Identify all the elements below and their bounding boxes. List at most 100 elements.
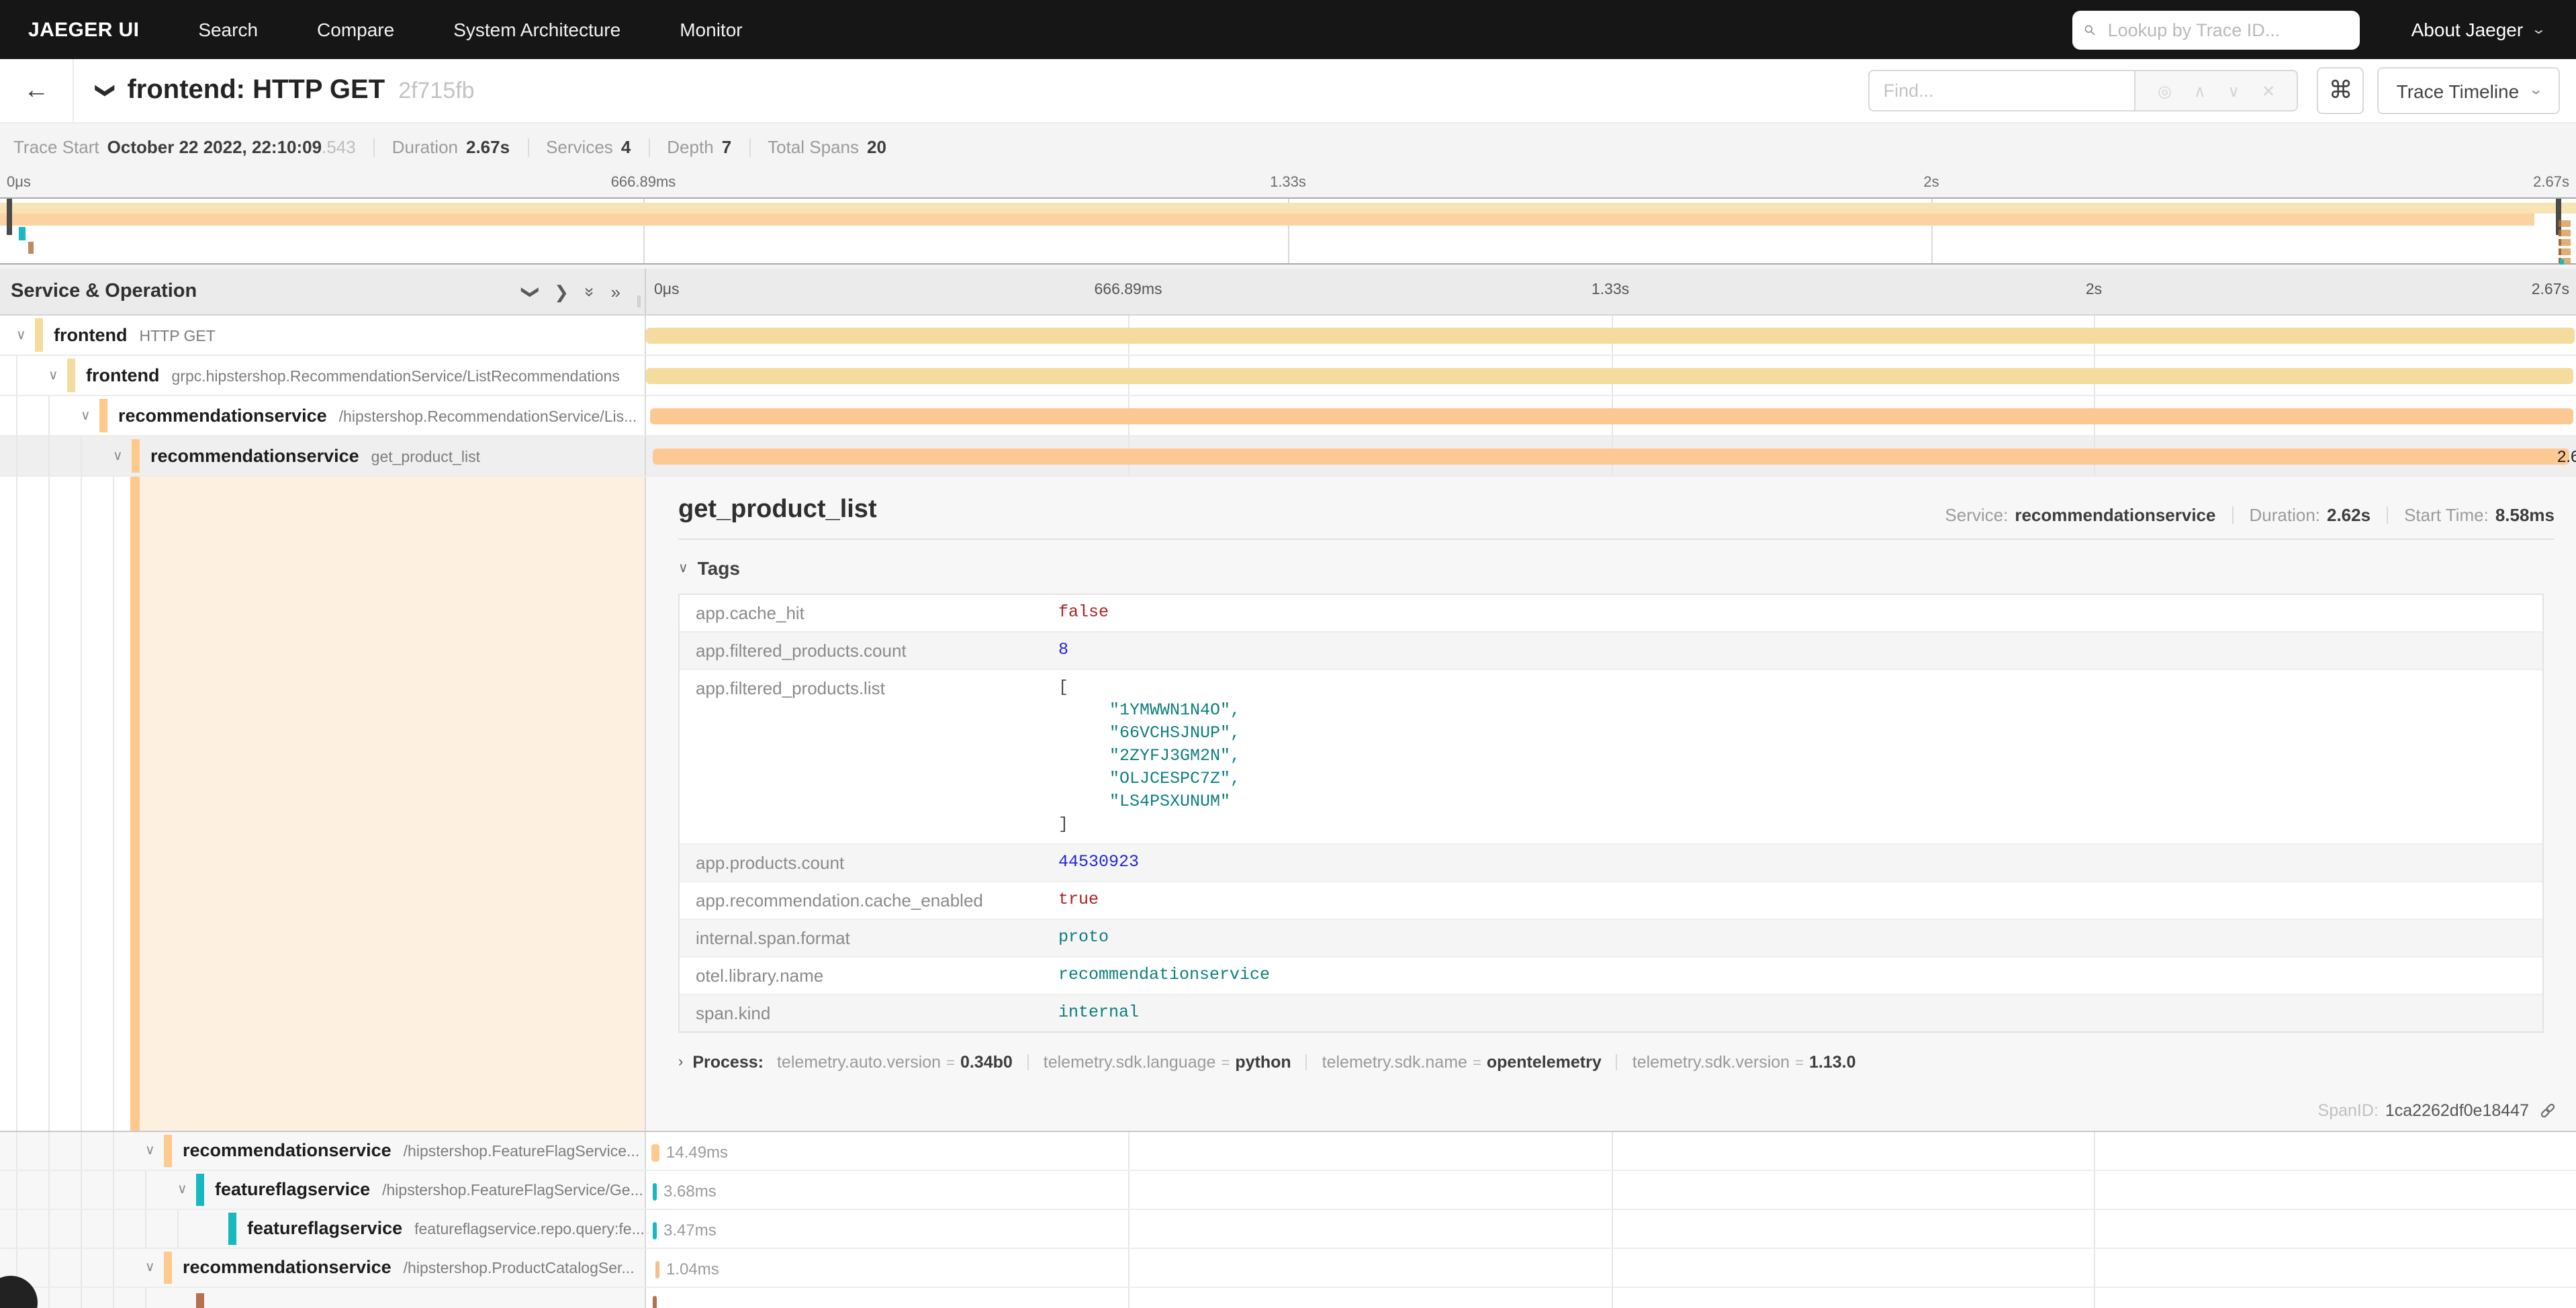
row-chevron-icon[interactable]: ∨ [145, 1143, 155, 1158]
span-row-partial[interactable] [0, 1288, 2576, 1308]
nav-item-monitor[interactable]: Monitor [680, 19, 742, 40]
span-duration-label: 3.47ms [663, 1221, 717, 1240]
span-timeline-cell[interactable]: 3.68ms [646, 1171, 2576, 1209]
minimap-left-scrubber-handle[interactable] [7, 199, 12, 235]
span-row-featureflag-grpc-parent[interactable]: ∨ recommendationservice/hipstershop.Feat… [0, 1132, 2576, 1171]
span-service: recommendationservice [118, 405, 327, 425]
row-chevron-icon[interactable]: ∨ [113, 449, 123, 463]
span-service: recommendationservice [183, 1257, 392, 1277]
back-button-column: ← [0, 59, 74, 122]
span-duration-bar[interactable] [653, 1296, 657, 1308]
span-name-cell[interactable]: ∨ recommendationservice/hipstershop.Reco… [0, 396, 646, 435]
span-duration-label: 1.04ms [666, 1260, 719, 1278]
span-row-productcatalog-grpc-parent[interactable]: ∨ recommendationservice/hipstershop.Prod… [0, 1249, 2576, 1288]
span-duration-bar[interactable] [646, 368, 2573, 384]
span-timeline-cell[interactable]: 2.62s [646, 436, 2576, 475]
focus-match-icon[interactable]: ◎ [2158, 83, 2172, 99]
trace-title-wrap[interactable]: ❯ frontend: HTTP GET 2f715fb [98, 75, 475, 106]
span-duration-bar[interactable] [651, 1144, 659, 1162]
find-group: ◎ ∧ ∨ ✕ [1869, 70, 2299, 111]
trace-minimap[interactable] [0, 197, 2576, 265]
tree-guide [81, 477, 82, 1131]
timeline-tick: 2s [2086, 282, 2102, 298]
row-chevron-icon[interactable]: ∨ [16, 328, 26, 342]
deep-link-icon[interactable] [2538, 1101, 2557, 1120]
nav-item-search[interactable]: Search [198, 19, 258, 40]
trace-controls: ◎ ∧ ∨ ✕ ⌘ Trace Timeline ⌄ [1869, 67, 2560, 114]
app-brand[interactable]: JAEGER UI [28, 18, 139, 41]
collapse-trace-header-icon[interactable]: ❯ [95, 83, 118, 98]
find-input[interactable] [1869, 70, 2135, 111]
tags-section-toggle[interactable]: ∨ Tags [678, 557, 2555, 579]
span-timeline-cell[interactable] [646, 356, 2576, 395]
timeline-tick: 666.89ms [1094, 282, 1162, 298]
span-detail-block: get_product_list Service: recommendation… [0, 477, 2576, 1132]
gridline [2094, 1249, 2095, 1287]
gridline [1129, 1249, 1130, 1287]
span-timeline-cell[interactable] [646, 1288, 2576, 1308]
about-jaeger-menu[interactable]: About Jaeger ⌄ [2411, 19, 2544, 40]
expand-all-icon[interactable]: » [611, 283, 620, 300]
nav-item-system-architecture[interactable]: System Architecture [453, 19, 620, 40]
trace-title-bar: ← ❯ frontend: HTTP GET 2f715fb ◎ ∧ ∨ ✕ ⌘… [0, 59, 2576, 124]
trace-title: frontend: HTTP GET [127, 75, 385, 106]
span-row-recommendation-grpc[interactable]: ∨ recommendationservice/hipstershop.Reco… [0, 396, 2576, 436]
tag-key: otel.library.name [696, 964, 1058, 987]
tag-row[interactable]: app.filtered_products.count 8 [680, 631, 2542, 669]
process-value: python [1235, 1053, 1291, 1072]
trace-view-selector[interactable]: Trace Timeline ⌄ [2378, 67, 2560, 114]
tag-row[interactable]: app.recommendation.cache_enabled true [680, 881, 2542, 919]
keyboard-shortcuts-button[interactable]: ⌘ [2317, 67, 2364, 114]
tag-row[interactable]: otel.library.name recommendationservice [680, 956, 2542, 994]
span-name-cell[interactable]: ∨ frontendgrpc.hipstershop.Recommendatio… [0, 356, 646, 395]
row-chevron-icon[interactable]: ∨ [48, 368, 58, 383]
span-duration-bar[interactable] [646, 328, 2575, 344]
span-duration-bar[interactable] [653, 449, 2569, 465]
span-name-cell[interactable]: ∨ recommendationservice/hipstershop.Prod… [0, 1249, 646, 1287]
span-timeline-cell[interactable]: 14.49ms [646, 1132, 2576, 1170]
tag-row[interactable]: app.cache_hit false [680, 595, 2542, 631]
start-time-value: 8.58ms [2495, 505, 2555, 525]
span-name-cell[interactable]: featureflagservicefeatureflagservice.rep… [0, 1210, 646, 1248]
clear-find-icon[interactable]: ✕ [2262, 83, 2275, 99]
trace-id-short: 2f715fb [398, 77, 474, 104]
span-timeline-cell[interactable]: 1.04ms [646, 1249, 2576, 1287]
span-row-get-product-list-selected[interactable]: ∨ recommendationserviceget_product_list … [0, 436, 2576, 477]
span-timeline-cell[interactable] [646, 316, 2576, 355]
span-name-cell[interactable] [0, 1288, 646, 1308]
tag-row-list[interactable]: app.filtered_products.list [ "1YMWWN1N4O… [680, 669, 2542, 843]
service-operation-header: Service & Operation ❯ ❯ » » ∥ [0, 269, 646, 314]
span-name-cell[interactable]: ∨ recommendationserviceget_product_list [0, 436, 646, 475]
process-row[interactable]: › Process: telemetry.auto.version = 0.34… [678, 1053, 2555, 1072]
next-match-icon[interactable]: ∨ [2227, 83, 2240, 99]
collapse-all-icon[interactable]: » [581, 287, 598, 296]
span-timeline-cell[interactable]: 3.47ms [646, 1210, 2576, 1248]
tag-row[interactable]: internal.span.format proto [680, 919, 2542, 956]
tag-row[interactable]: span.kind internal [680, 994, 2542, 1031]
nav-item-compare[interactable]: Compare [317, 19, 394, 40]
span-duration-bar[interactable] [650, 408, 2573, 424]
span-duration-bar[interactable] [653, 1222, 657, 1240]
span-timeline-cell[interactable] [646, 396, 2576, 435]
span-row-frontend-http-get[interactable]: ∨ frontendHTTP GET [0, 316, 2576, 356]
span-duration-bar[interactable] [653, 1183, 657, 1201]
span-row-featureflagservice-repo-query[interactable]: featureflagservicefeatureflagservice.rep… [0, 1210, 2576, 1249]
trace-lookup-input[interactable] [2105, 18, 2348, 41]
tag-key: app.recommendation.cache_enabled [696, 889, 1058, 912]
prev-match-icon[interactable]: ∧ [2194, 83, 2206, 99]
span-name-cell[interactable]: ∨ recommendationservice/hipstershop.Feat… [0, 1132, 646, 1170]
tag-row[interactable]: app.products.count 44530923 [680, 843, 2542, 881]
expand-one-icon[interactable]: ❯ [554, 283, 569, 300]
row-chevron-icon[interactable]: ∨ [177, 1182, 187, 1197]
tree-guide [145, 1171, 146, 1209]
row-chevron-icon[interactable]: ∨ [81, 408, 91, 423]
back-arrow-icon[interactable]: ← [24, 78, 49, 103]
column-resizer-handle[interactable]: ∥ [636, 294, 642, 309]
span-duration-bar[interactable] [655, 1261, 659, 1278]
span-row-frontend-grpc[interactable]: ∨ frontendgrpc.hipstershop.Recommendatio… [0, 356, 2576, 396]
row-chevron-icon[interactable]: ∨ [145, 1260, 155, 1275]
span-name-cell[interactable]: ∨ frontendHTTP GET [0, 316, 646, 355]
span-row-featureflagservice-grpc[interactable]: ∨ featureflagservice/hipstershop.Feature… [0, 1171, 2576, 1210]
collapse-one-icon[interactable]: ❯ [522, 284, 539, 299]
span-name-cell[interactable]: ∨ featureflagservice/hipstershop.Feature… [0, 1171, 646, 1209]
